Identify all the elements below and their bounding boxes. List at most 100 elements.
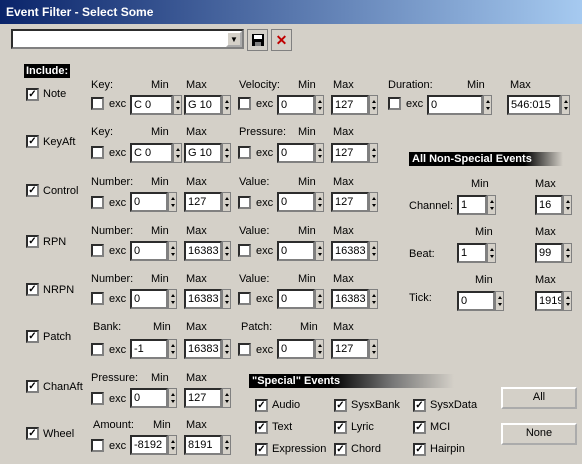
keyaft-pressure-max-spinner[interactable]: [369, 143, 378, 163]
nrpn-checkbox[interactable]: ✓: [26, 283, 39, 296]
note-duration-min-field[interactable]: 0: [427, 95, 483, 115]
note-velocity-exc-checkbox[interactable]: [238, 97, 251, 110]
special-sysxbank-checkbox[interactable]: ✓: [334, 399, 347, 412]
note-duration-max-spinner[interactable]: [561, 95, 570, 115]
patch-patch-exc-checkbox[interactable]: [238, 343, 251, 356]
special-expression-checkbox[interactable]: ✓: [255, 443, 268, 456]
channel-max-spinner[interactable]: [563, 195, 572, 215]
beat-min-field[interactable]: 1: [457, 243, 487, 263]
tick-min-spinner[interactable]: [495, 291, 504, 311]
control-number-min-spinner[interactable]: [168, 192, 177, 212]
keyaft-key-max-spinner[interactable]: [222, 143, 231, 163]
patch-bank-max-field[interactable]: 16383: [184, 339, 222, 359]
rpn-number-min-spinner[interactable]: [168, 241, 177, 261]
nrpn-value-exc-checkbox[interactable]: [238, 292, 251, 305]
chanaft-pressure-min-field[interactable]: 0: [130, 388, 168, 408]
control-number-min-field[interactable]: 0: [130, 192, 168, 212]
control-number-max-spinner[interactable]: [222, 192, 231, 212]
keyaft-key-max-field[interactable]: G 10: [184, 143, 222, 163]
control-value-exc-checkbox[interactable]: [238, 196, 251, 209]
nrpn-value-min-spinner[interactable]: [315, 289, 324, 309]
keyaft-key-exc-checkbox[interactable]: [91, 146, 104, 159]
patch-bank-min-field[interactable]: -1: [130, 339, 168, 359]
chanaft-pressure-min-spinner[interactable]: [168, 388, 177, 408]
note-key-max-field[interactable]: G 10: [184, 95, 222, 115]
patch-bank-exc-checkbox[interactable]: [91, 343, 104, 356]
nrpn-number-max-spinner[interactable]: [222, 289, 231, 309]
preset-combo[interactable]: ▼: [11, 29, 244, 49]
control-value-max-spinner[interactable]: [369, 192, 378, 212]
special-hairpin-checkbox[interactable]: ✓: [413, 443, 426, 456]
note-duration-max-field[interactable]: 546:015: [507, 95, 561, 115]
wheel-amount-exc-checkbox[interactable]: [91, 439, 104, 452]
rpn-number-min-field[interactable]: 0: [130, 241, 168, 261]
patch-checkbox[interactable]: ✓: [26, 330, 39, 343]
tick-min-field[interactable]: 0: [457, 291, 495, 311]
keyaft-checkbox[interactable]: ✓: [26, 135, 39, 148]
rpn-number-exc-checkbox[interactable]: [91, 244, 104, 257]
nrpn-value-min-field[interactable]: 0: [277, 289, 315, 309]
rpn-number-max-field[interactable]: 16383: [184, 241, 222, 261]
note-duration-min-spinner[interactable]: [483, 95, 492, 115]
note-key-exc-checkbox[interactable]: [91, 97, 104, 110]
wheel-checkbox[interactable]: ✓: [26, 427, 39, 440]
chanaft-pressure-max-spinner[interactable]: [222, 388, 231, 408]
control-value-max-field[interactable]: 127: [331, 192, 369, 212]
keyaft-pressure-exc-checkbox[interactable]: [238, 146, 251, 159]
rpn-checkbox[interactable]: ✓: [26, 235, 39, 248]
note-velocity-min-field[interactable]: 0: [277, 95, 315, 115]
tick-max-field[interactable]: 1919: [535, 291, 563, 311]
channel-min-spinner[interactable]: [487, 195, 496, 215]
save-preset-button[interactable]: [247, 29, 268, 51]
control-value-min-field[interactable]: 0: [277, 192, 315, 212]
beat-max-spinner[interactable]: [563, 243, 572, 263]
control-checkbox[interactable]: ✓: [26, 184, 39, 197]
special-mci-checkbox[interactable]: ✓: [413, 421, 426, 434]
note-key-min-spinner[interactable]: [173, 95, 182, 115]
wheel-amount-min-spinner[interactable]: [168, 435, 177, 455]
rpn-value-max-spinner[interactable]: [369, 241, 378, 261]
beat-max-field[interactable]: 99: [535, 243, 563, 263]
note-key-min-field[interactable]: C 0: [130, 95, 173, 115]
channel-min-field[interactable]: 1: [457, 195, 487, 215]
patch-patch-max-field[interactable]: 127: [331, 339, 369, 359]
keyaft-pressure-max-field[interactable]: 127: [331, 143, 369, 163]
special-text-checkbox[interactable]: ✓: [255, 421, 268, 434]
nrpn-number-min-spinner[interactable]: [168, 289, 177, 309]
special-sysxdata-checkbox[interactable]: ✓: [413, 399, 426, 412]
patch-bank-min-spinner[interactable]: [168, 339, 177, 359]
patch-patch-max-spinner[interactable]: [369, 339, 378, 359]
note-duration-exc-checkbox[interactable]: [388, 97, 401, 110]
rpn-number-max-spinner[interactable]: [222, 241, 231, 261]
chanaft-pressure-max-field[interactable]: 127: [184, 388, 222, 408]
patch-bank-max-spinner[interactable]: [222, 339, 231, 359]
chanaft-checkbox[interactable]: ✓: [26, 380, 39, 393]
note-velocity-min-spinner[interactable]: [315, 95, 324, 115]
patch-patch-min-spinner[interactable]: [315, 339, 324, 359]
nrpn-value-max-field[interactable]: 16383: [331, 289, 369, 309]
chanaft-pressure-exc-checkbox[interactable]: [91, 392, 104, 405]
note-key-max-spinner[interactable]: [222, 95, 231, 115]
all-button[interactable]: All: [501, 387, 577, 409]
patch-patch-min-field[interactable]: 0: [277, 339, 315, 359]
none-button[interactable]: None: [501, 423, 577, 445]
nrpn-number-exc-checkbox[interactable]: [91, 292, 104, 305]
wheel-amount-max-field[interactable]: 8191: [184, 435, 222, 455]
special-chord-checkbox[interactable]: ✓: [334, 443, 347, 456]
keyaft-key-min-spinner[interactable]: [173, 143, 182, 163]
wheel-amount-min-field[interactable]: -8192: [130, 435, 168, 455]
note-velocity-max-field[interactable]: 127: [331, 95, 369, 115]
note-velocity-max-spinner[interactable]: [369, 95, 378, 115]
beat-min-spinner[interactable]: [487, 243, 496, 263]
rpn-value-exc-checkbox[interactable]: [238, 244, 251, 257]
rpn-value-min-field[interactable]: 0: [277, 241, 315, 261]
wheel-amount-max-spinner[interactable]: [222, 435, 231, 455]
control-number-exc-checkbox[interactable]: [91, 196, 104, 209]
delete-preset-button[interactable]: ✕: [271, 29, 292, 51]
keyaft-pressure-min-field[interactable]: 0: [277, 143, 315, 163]
nrpn-value-max-spinner[interactable]: [369, 289, 378, 309]
control-number-max-field[interactable]: 127: [184, 192, 222, 212]
tick-max-spinner[interactable]: [563, 291, 572, 311]
nrpn-number-min-field[interactable]: 0: [130, 289, 168, 309]
special-lyric-checkbox[interactable]: ✓: [334, 421, 347, 434]
